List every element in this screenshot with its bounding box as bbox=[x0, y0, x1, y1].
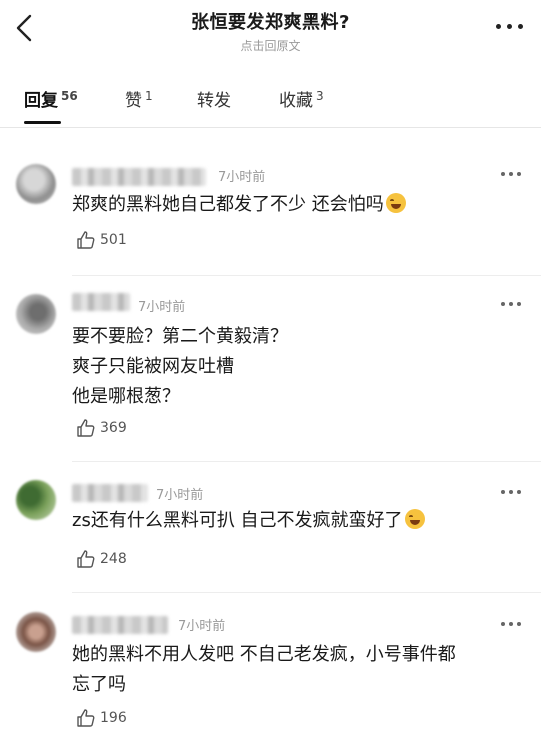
like-count: 501 bbox=[100, 232, 127, 248]
username-blurred[interactable] bbox=[72, 293, 130, 311]
comment-text: 她的黑料不用人发吧 不自己老发疯，小号事件都 忘了吗 bbox=[72, 640, 512, 700]
divider bbox=[72, 461, 541, 462]
tab-favorites-label: 收藏 bbox=[279, 91, 313, 111]
more-dots-icon[interactable] bbox=[501, 490, 521, 494]
tab-likes-count: 1 bbox=[145, 89, 153, 103]
divider bbox=[72, 592, 541, 593]
thumbs-up-icon bbox=[77, 419, 95, 437]
username-blurred[interactable] bbox=[72, 168, 206, 186]
avatar[interactable] bbox=[16, 164, 56, 204]
divider bbox=[72, 275, 541, 276]
comment-line: 她的黑料不用人发吧 不自己老发疯，小号事件都 bbox=[72, 644, 456, 665]
comment-line: 郑爽的黑料她自己都发了不少 还会怕吗 bbox=[72, 194, 384, 215]
tab-reposts[interactable]: 转发 bbox=[197, 86, 231, 111]
tab-reposts-label: 转发 bbox=[197, 91, 231, 111]
like-count: 369 bbox=[100, 420, 127, 436]
back-to-original-link[interactable]: 点击回原文 bbox=[0, 37, 541, 54]
comment-text: zs还有什么黑料可扒 自己不发疯就蛮好了 bbox=[72, 506, 512, 536]
comment-line: 要不要脸？第二个黄毅清？ bbox=[72, 326, 288, 347]
page-title: 张恒要发郑爽黑料? bbox=[191, 12, 350, 33]
avatar[interactable] bbox=[16, 480, 56, 520]
more-dots-icon[interactable] bbox=[496, 24, 523, 29]
tab-favorites[interactable]: 收藏 3 bbox=[279, 86, 324, 111]
tab-likes-label: 赞 bbox=[125, 91, 142, 111]
comment-text: 要不要脸？第二个黄毅清？ 爽子只能被网友吐槽 他是哪根葱？ bbox=[72, 322, 512, 412]
comment-line: 忘了吗 bbox=[72, 674, 126, 695]
comment-time: 7小时前 bbox=[156, 488, 204, 503]
tab-bar: 回复 56 赞1 转发 收藏 3 bbox=[0, 78, 541, 128]
laughing-emoji-icon bbox=[404, 509, 425, 529]
comment-text: 郑爽的黑料她自己都发了不少 还会怕吗 bbox=[72, 190, 512, 220]
thumbs-up-icon bbox=[77, 550, 95, 568]
tab-replies-count: 56 bbox=[61, 89, 78, 103]
comment-time: 7小时前 bbox=[218, 170, 266, 185]
top-bar: 张恒要发郑爽黑料? 点击回原文 bbox=[0, 0, 541, 62]
more-dots-icon[interactable] bbox=[501, 622, 521, 626]
like-count: 248 bbox=[100, 551, 127, 567]
comment-time: 7小时前 bbox=[138, 300, 186, 315]
more-dots-icon[interactable] bbox=[501, 172, 521, 176]
avatar[interactable] bbox=[16, 294, 56, 334]
like-button[interactable]: 248 bbox=[76, 549, 127, 569]
tab-replies[interactable]: 回复 56 bbox=[24, 86, 78, 111]
username-blurred[interactable] bbox=[72, 616, 168, 634]
thumbs-up-icon bbox=[77, 709, 95, 727]
like-button[interactable]: 369 bbox=[76, 418, 127, 438]
comment-line: zs还有什么黑料可扒 自己不发疯就蛮好了 bbox=[72, 510, 403, 531]
comment-time: 7小时前 bbox=[178, 619, 226, 634]
like-button[interactable]: 501 bbox=[76, 230, 127, 250]
tab-favorites-count: 3 bbox=[316, 89, 324, 103]
tab-replies-label: 回复 bbox=[24, 91, 58, 111]
thumbs-up-icon bbox=[77, 231, 95, 249]
tab-likes[interactable]: 赞1 bbox=[125, 86, 153, 111]
active-tab-indicator bbox=[24, 121, 61, 124]
title-block[interactable]: 张恒要发郑爽黑料? 点击回原文 bbox=[0, 8, 541, 54]
like-button[interactable]: 196 bbox=[76, 708, 127, 728]
comment-line: 爽子只能被网友吐槽 bbox=[72, 356, 234, 377]
laughing-emoji-icon bbox=[385, 193, 406, 213]
username-blurred[interactable] bbox=[72, 484, 148, 502]
like-count: 196 bbox=[100, 710, 127, 726]
comment-line: 他是哪根葱？ bbox=[72, 386, 180, 407]
more-dots-icon[interactable] bbox=[501, 302, 521, 306]
avatar[interactable] bbox=[16, 612, 56, 652]
